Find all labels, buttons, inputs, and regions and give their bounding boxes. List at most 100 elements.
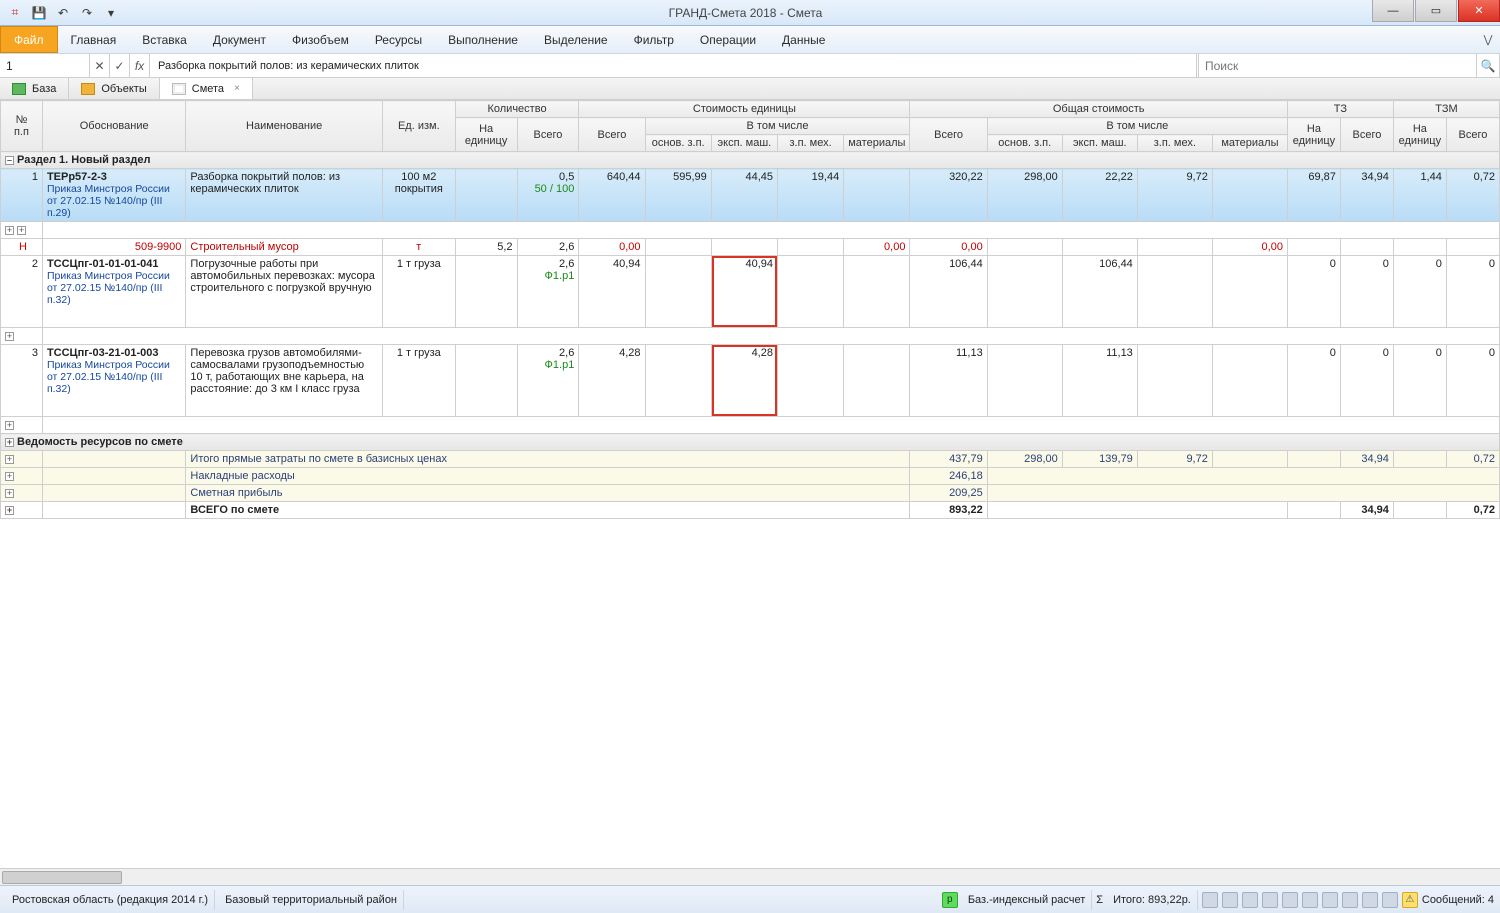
- cell[interactable]: 0: [1446, 256, 1499, 328]
- cell[interactable]: 22,22: [1062, 169, 1137, 222]
- status-messages[interactable]: Сообщений: 4: [1422, 894, 1494, 906]
- cell[interactable]: 11,13: [910, 345, 987, 417]
- ribbon-tab-main[interactable]: Главная: [58, 26, 130, 53]
- expand-icon[interactable]: +: [5, 489, 14, 498]
- col-os-oz[interactable]: основ. з.п.: [987, 135, 1062, 152]
- cell[interactable]: [1062, 239, 1137, 256]
- col-tzm-group[interactable]: ТЗМ: [1393, 101, 1499, 118]
- cell[interactable]: 0,550 / 100: [517, 169, 579, 222]
- table-row[interactable]: +: [1, 417, 1500, 434]
- tab-database[interactable]: База: [0, 78, 69, 99]
- tab-smeta[interactable]: Смета×: [160, 78, 253, 99]
- cell[interactable]: 0,00: [844, 239, 910, 256]
- col-su-vtch[interactable]: В том числе: [645, 118, 910, 135]
- cell[interactable]: [1137, 345, 1212, 417]
- table-row[interactable]: +: [1, 328, 1500, 345]
- search-button[interactable]: 🔍: [1476, 54, 1500, 77]
- cell[interactable]: 0: [1340, 256, 1393, 328]
- expand-icon[interactable]: +: [5, 421, 14, 430]
- horizontal-scrollbar[interactable]: [0, 868, 1500, 885]
- close-button[interactable]: ✕: [1458, 0, 1500, 22]
- cell[interactable]: 11,13: [1062, 345, 1137, 417]
- col-qty-unit[interactable]: На единицу: [455, 118, 517, 152]
- sb-icon-2[interactable]: [1222, 892, 1238, 908]
- ribbon-tab-operations[interactable]: Операции: [687, 26, 769, 53]
- col-su-oz[interactable]: основ. з.п.: [645, 135, 711, 152]
- expand-icon[interactable]: +: [5, 506, 14, 515]
- ribbon-collapse-icon[interactable]: ⋁: [1476, 26, 1500, 53]
- cell[interactable]: 2,6Ф1.р1: [517, 345, 579, 417]
- col-su-em[interactable]: эксп. маш.: [711, 135, 777, 152]
- col-tzm-total[interactable]: Всего: [1446, 118, 1499, 152]
- col-tz-total[interactable]: Всего: [1340, 118, 1393, 152]
- summary-row[interactable]: + Накладные расходы 246,18: [1, 468, 1500, 485]
- highlighted-cell[interactable]: 4,28: [711, 345, 777, 417]
- cell[interactable]: [1340, 239, 1393, 256]
- ribbon-tab-data[interactable]: Данные: [769, 26, 838, 53]
- sb-icon-6[interactable]: [1302, 892, 1318, 908]
- cell[interactable]: [1212, 345, 1287, 417]
- cell[interactable]: 595,99: [645, 169, 711, 222]
- cell[interactable]: [1137, 256, 1212, 328]
- cell[interactable]: [1212, 169, 1287, 222]
- qat-redo[interactable]: ↷: [78, 4, 96, 22]
- cell[interactable]: [844, 256, 910, 328]
- cell[interactable]: 320,22: [910, 169, 987, 222]
- cell[interactable]: 0,00: [910, 239, 987, 256]
- ribbon-tab-file[interactable]: Файл: [0, 26, 58, 53]
- cell[interactable]: 0: [1287, 256, 1340, 328]
- fx-icon[interactable]: fx: [130, 54, 150, 77]
- col-tz-unit[interactable]: На единицу: [1287, 118, 1340, 152]
- col-os-zm[interactable]: з.п. мех.: [1137, 135, 1212, 152]
- cell[interactable]: 0,00: [579, 239, 645, 256]
- cell[interactable]: [645, 239, 711, 256]
- col-su-total[interactable]: Всего: [579, 118, 645, 152]
- expand-icon[interactable]: +: [5, 455, 14, 464]
- col-os-group[interactable]: Общая стоимость: [910, 101, 1287, 118]
- col-qty-total[interactable]: Всего: [517, 118, 579, 152]
- cell[interactable]: 9,72: [1137, 169, 1212, 222]
- table-row[interactable]: 1 ТЕРр57-2-3Приказ Минстроя России от 27…: [1, 169, 1500, 222]
- estimate-grid[interactable]: № п.п Обоснование Наименование Ед. изм. …: [0, 100, 1500, 885]
- ribbon-tab-insert[interactable]: Вставка: [129, 26, 200, 53]
- minimize-button[interactable]: —: [1372, 0, 1414, 22]
- expand-icon[interactable]: +: [5, 438, 14, 447]
- sb-icon-9[interactable]: [1362, 892, 1378, 908]
- cell[interactable]: 19,44: [777, 169, 843, 222]
- expand-icon[interactable]: +: [5, 332, 14, 341]
- col-os-em[interactable]: эксп. маш.: [1062, 135, 1137, 152]
- table-row[interactable]: H 509-9900 Строительный мусор т 5,2 2,6 …: [1, 239, 1500, 256]
- col-tz-group[interactable]: ТЗ: [1287, 101, 1393, 118]
- ribbon-tab-selection[interactable]: Выделение: [531, 26, 621, 53]
- table-row[interactable]: 3 ТССЦпг-03-21-01-003Приказ Минстроя Рос…: [1, 345, 1500, 417]
- cell[interactable]: 106,44: [1062, 256, 1137, 328]
- expand-icon[interactable]: +: [5, 226, 14, 235]
- sb-icon-4[interactable]: [1262, 892, 1278, 908]
- qat-undo[interactable]: ↶: [54, 4, 72, 22]
- cell[interactable]: 640,44: [579, 169, 645, 222]
- sb-icon-1[interactable]: [1202, 892, 1218, 908]
- scrollbar-thumb[interactable]: [2, 871, 122, 884]
- col-su-mat[interactable]: материалы: [844, 135, 910, 152]
- cell[interactable]: [777, 345, 843, 417]
- expand-icon[interactable]: +: [17, 226, 26, 235]
- cell[interactable]: [455, 169, 517, 222]
- cell[interactable]: 40,94: [579, 256, 645, 328]
- cell[interactable]: [777, 239, 843, 256]
- table-row[interactable]: ++: [1, 222, 1500, 239]
- cell[interactable]: [987, 239, 1062, 256]
- ribbon-tab-resources[interactable]: Ресурсы: [362, 26, 435, 53]
- section-header-row[interactable]: –Раздел 1. Новый раздел: [1, 152, 1500, 169]
- col-su-group[interactable]: Стоимость единицы: [579, 101, 910, 118]
- ribbon-tab-fizobem[interactable]: Физобъем: [279, 26, 362, 53]
- total-row[interactable]: + ВСЕГО по смете 893,22 34,94 0,72: [1, 502, 1500, 519]
- cell[interactable]: 1,44: [1393, 169, 1446, 222]
- sb-icon-8[interactable]: [1342, 892, 1358, 908]
- col-os-mat[interactable]: материалы: [1212, 135, 1287, 152]
- cell[interactable]: 2,6Ф1.р1: [517, 256, 579, 328]
- cell[interactable]: [1287, 239, 1340, 256]
- col-tzm-unit[interactable]: На единицу: [1393, 118, 1446, 152]
- cell[interactable]: [844, 345, 910, 417]
- sb-icon-3[interactable]: [1242, 892, 1258, 908]
- col-ed[interactable]: Ед. изм.: [382, 101, 455, 152]
